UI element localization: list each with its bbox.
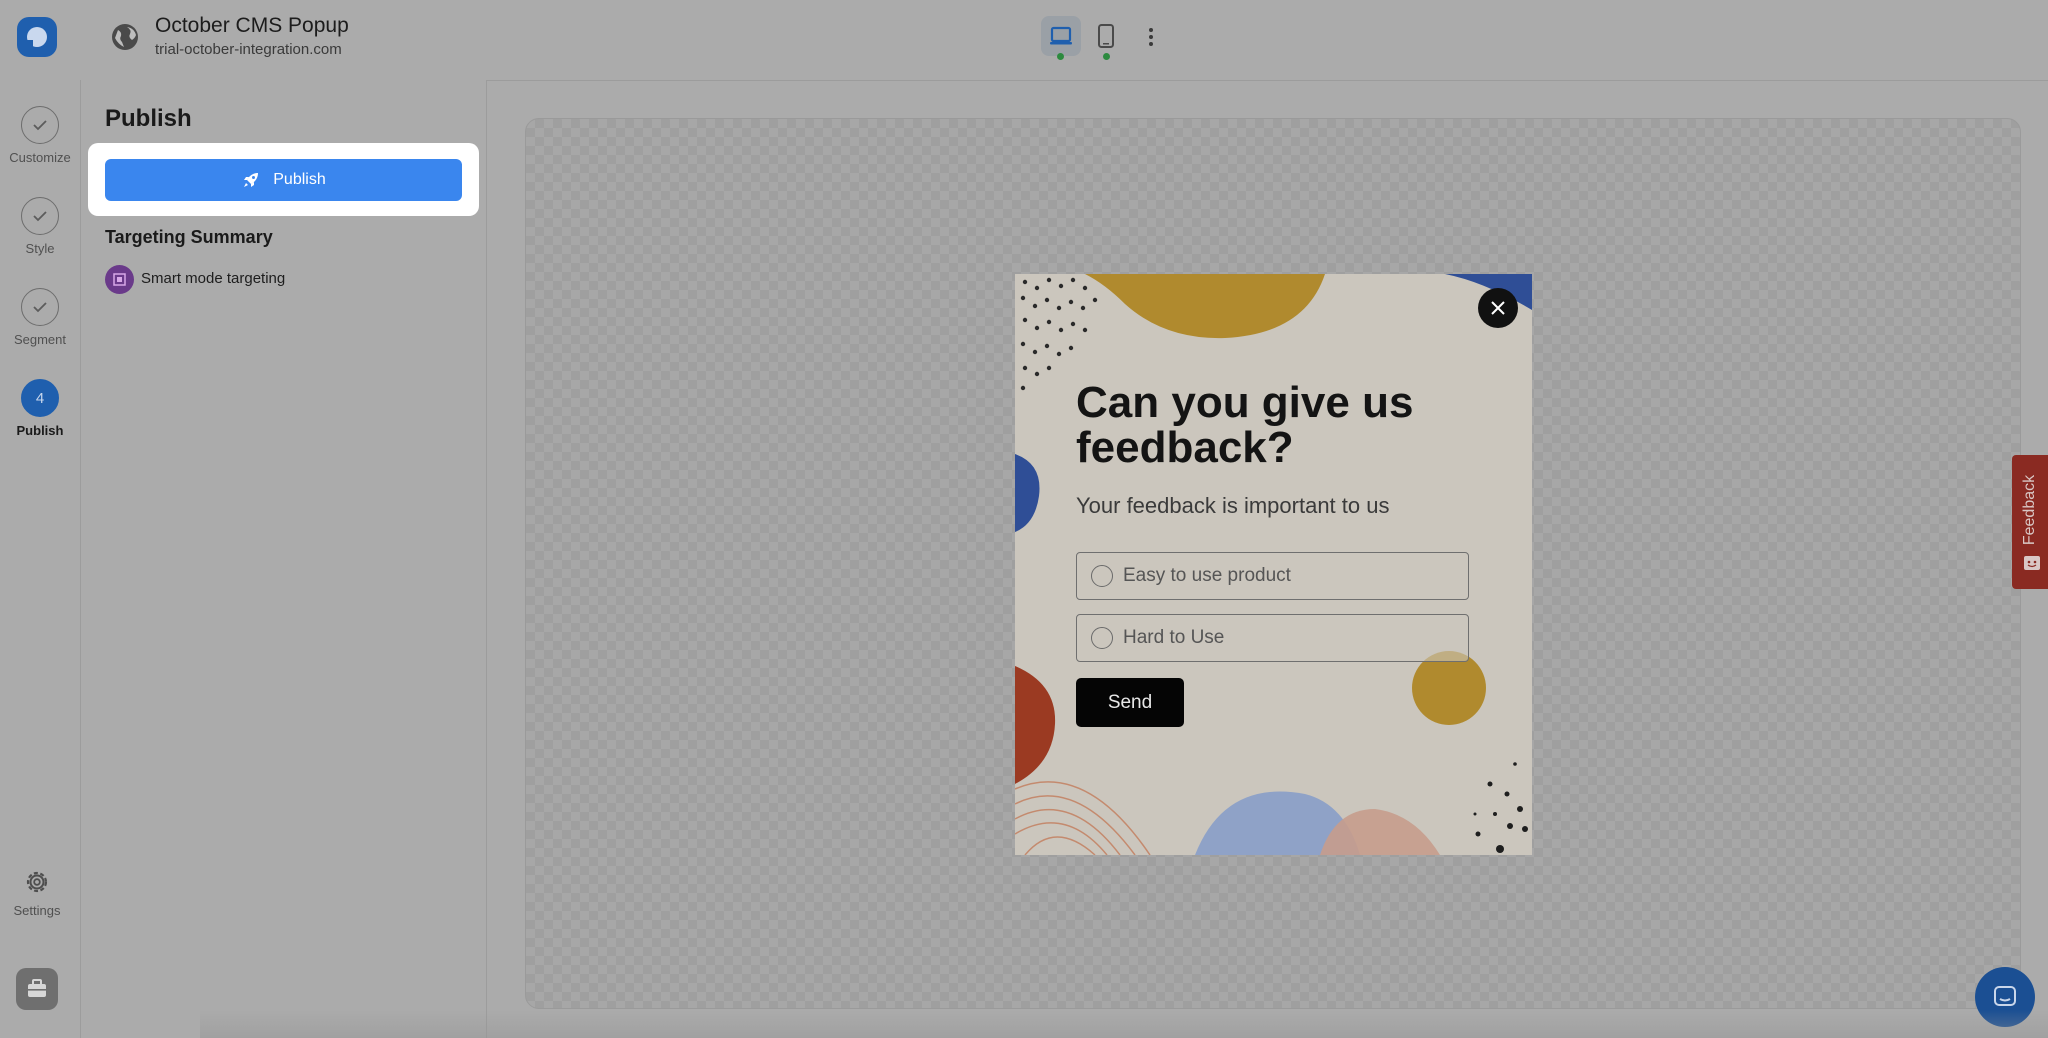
check-icon xyxy=(21,288,59,326)
radio-icon xyxy=(1091,627,1113,649)
step-label: Customize xyxy=(9,150,71,165)
option-label: Easy to use product xyxy=(1123,565,1291,586)
app-logo-tail xyxy=(25,40,33,48)
popup-subtitle: Your feedback is important to us xyxy=(1076,493,1390,518)
page-title: October CMS Popup xyxy=(155,14,349,37)
publish-button[interactable]: Publish xyxy=(105,159,462,201)
option-easy-to-use[interactable]: Easy to use product xyxy=(1076,552,1469,600)
feedback-face-icon xyxy=(2024,556,2040,570)
step-segment[interactable]: Segment xyxy=(0,288,80,347)
check-icon xyxy=(21,197,59,235)
step-style[interactable]: Style xyxy=(0,197,80,256)
step-publish[interactable]: 4 Publish xyxy=(0,379,80,438)
send-button[interactable]: Send xyxy=(1076,678,1184,727)
option-label: Hard to Use xyxy=(1123,627,1225,648)
gear-icon xyxy=(26,871,48,893)
check-icon xyxy=(21,106,59,144)
chat-icon xyxy=(1994,986,2016,1006)
site-domain: trial-october-integration.com xyxy=(155,41,342,58)
step-label: Publish xyxy=(16,423,64,438)
mobile-icon xyxy=(1098,24,1114,48)
settings-button[interactable]: Settings xyxy=(0,868,74,918)
desktop-view-button[interactable] xyxy=(1041,16,1081,56)
settings-label: Settings xyxy=(13,903,61,918)
smart-mode-targeting-label: Smart mode targeting xyxy=(141,270,286,287)
smart-mode-icon xyxy=(105,265,134,294)
more-options-button[interactable] xyxy=(1140,20,1162,54)
feedback-tab-label: Feedback xyxy=(2021,474,2039,546)
option-hard-to-use[interactable]: Hard to Use xyxy=(1076,614,1469,662)
targeting-summary-title: Targeting Summary xyxy=(105,227,273,247)
briefcase-button[interactable] xyxy=(16,968,58,1010)
popup-title: Can you give us feedback? xyxy=(1076,378,1414,472)
rocket-icon xyxy=(244,173,259,187)
close-icon xyxy=(1491,301,1505,315)
globe-icon xyxy=(112,24,138,50)
publish-button-label: Publish xyxy=(273,171,326,188)
popup-preview: Can you give us feedback? Your feedback … xyxy=(1015,274,1532,855)
step-customize[interactable]: Customize xyxy=(0,106,80,165)
mobile-view-button[interactable] xyxy=(1088,16,1124,56)
bottom-shadow xyxy=(200,1010,2048,1038)
more-vertical-icon xyxy=(1149,28,1153,46)
desktop-icon xyxy=(1050,26,1072,45)
panel-title: Publish xyxy=(105,105,192,132)
radio-icon xyxy=(1091,565,1113,587)
desktop-status-dot xyxy=(1057,53,1064,60)
mobile-status-dot xyxy=(1103,53,1110,60)
publish-panel xyxy=(81,80,487,1038)
step-label: Segment xyxy=(13,332,67,347)
close-popup-button[interactable] xyxy=(1478,288,1518,328)
step-number: 4 xyxy=(21,379,59,417)
step-label: Style xyxy=(25,241,55,256)
briefcase-icon xyxy=(28,979,46,997)
